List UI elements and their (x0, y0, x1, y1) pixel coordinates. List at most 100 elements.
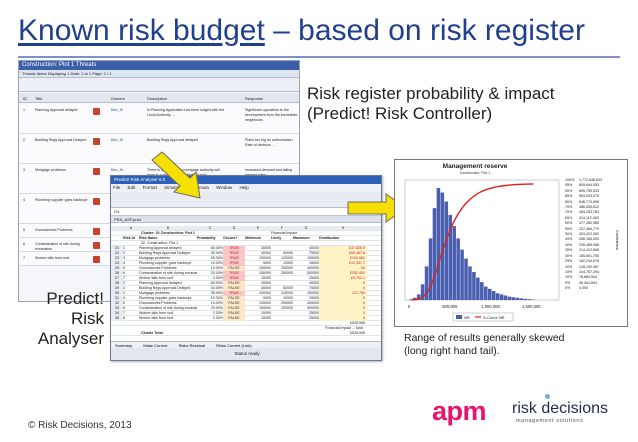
register-header: ID (23, 96, 27, 101)
percentile-value: 414,112,463 (579, 215, 599, 220)
register-row-title: Mortgage problems (35, 168, 66, 172)
threat-icon (93, 138, 100, 145)
slide: Known risk budget – based on risk regist… (0, 0, 638, 442)
register-row-title: Worker falls from roof (35, 256, 70, 260)
percentile-value: 128,130,467 (579, 264, 599, 269)
risk-analyser-window: Predict! Risk Analyser 6.0 File Edit For… (110, 175, 382, 361)
register-header: Title (35, 96, 43, 101)
menu-item[interactable]: Edit (128, 185, 136, 190)
threat-icon (93, 242, 100, 249)
workbook-tab[interactable]: PRA_ASP.pra4 (111, 216, 381, 223)
register-row-id: 3 (23, 168, 25, 172)
risk-decisions-logo-dot (545, 394, 550, 399)
histogram-bar (527, 299, 531, 300)
register-header: Response (245, 96, 264, 101)
percentile-value: 0,000 (579, 286, 588, 291)
percentile-row: 0% 0,000 (565, 286, 625, 291)
percentile-value: 78,680,504 (579, 275, 597, 280)
caption-analyser-line: Risk (70, 309, 104, 328)
apm-logo: apm (432, 396, 487, 426)
histogram-bar (432, 208, 437, 300)
histogram-bar (495, 293, 500, 300)
histogram-bar (483, 286, 488, 300)
legend-label-scurve: S-Curve NR (483, 315, 505, 320)
histogram-bar (460, 249, 464, 300)
histogram-bar (487, 288, 492, 300)
chart-title: Management reserve (442, 163, 508, 170)
histogram-bar (480, 282, 484, 300)
caption-register-line: Risk register probability & impact (307, 84, 555, 103)
cluster-total-value: £528,906 (350, 331, 365, 335)
percentile-value: 303,422,362 (579, 232, 599, 237)
chart-plot: 0 500,000 1,000,000 1,500,000 NR S-Curve NR (404, 179, 560, 322)
menu-item[interactable]: Help (239, 185, 248, 190)
register-row-id: 1 (23, 108, 25, 112)
histogram-bar (436, 188, 441, 300)
slide-title: Known risk budget – based on risk regist… (18, 14, 585, 48)
register-row-id: 2 (23, 138, 25, 142)
percentile-value: 337,466,779 (579, 226, 599, 231)
caption-register: Risk register probability & impact (Pred… (307, 84, 555, 124)
histogram-bar (531, 299, 535, 300)
percentile-value: 377,280,985 (579, 221, 599, 226)
histogram-bar (523, 298, 527, 300)
threat-icon (93, 256, 100, 263)
caption-range-line: Range of results generally skewed (404, 332, 565, 344)
percentile-value: 162,244,678 (579, 259, 599, 264)
caption-range: Range of results generally skewed (long … (404, 332, 604, 358)
register-row-title: Groundworks Problems (35, 228, 73, 232)
register-row-id: 4 (23, 198, 25, 202)
caption-register-line: (Predict! Risk Controller) (307, 104, 493, 123)
risk-decisions-tagline: management solutions (516, 418, 584, 424)
register-row-id: 7 (23, 256, 25, 260)
histogram-bar (491, 291, 496, 300)
caption-range-line: (long right hand tail). (404, 345, 500, 357)
percentile-value: 46,464,894 (579, 280, 597, 285)
register-row-response: Plans too big for authorisation. Rate of… (245, 138, 294, 147)
percentile-value: 546,770,596 (579, 199, 599, 204)
formula-bar[interactable]: G3 (111, 208, 381, 216)
histogram-bar (499, 294, 504, 300)
x-tick-label: 1,000,000 (481, 304, 500, 309)
legend-swatch-nr (456, 315, 462, 319)
caption-analyser: Predict! Risk Analyser (26, 289, 104, 349)
register-header: Description (147, 96, 168, 101)
percentile-label: 0% (565, 286, 571, 291)
register-row-owner: Barr_HI (111, 108, 124, 112)
percentile-value: 809,644,553 (579, 183, 599, 188)
register-row[interactable]: 1 Planning Approval delayed Barr_HI In Plan… (19, 104, 299, 134)
register-row-owner: Barr_HI (111, 168, 124, 172)
histogram-bar (511, 297, 516, 300)
percentile-value: 695,759,533 (579, 188, 599, 193)
x-tick-label: 500,000 (442, 304, 458, 309)
total-row: £528,906 Financial Impact -- Total (111, 321, 381, 330)
register-row-title: Plumbing supplier goes bankrupt (35, 198, 88, 202)
threat-icon (93, 108, 100, 115)
register-row-title: Building Regs Approval Delayed (35, 138, 87, 142)
chart-subtitle: Construction: Plot 1 (459, 171, 491, 175)
register-row-title: Contamination of site during excavation (35, 242, 80, 251)
histogram-bar (507, 296, 512, 300)
register-row-owner: Barr_HI (111, 138, 124, 142)
register-header: Owners (111, 96, 125, 101)
histogram-bar (468, 266, 472, 300)
histogram-bar (428, 238, 433, 300)
status-bar: Status ready (111, 348, 381, 360)
legend-label-nr: NR (464, 315, 470, 320)
menu-item[interactable]: Window (216, 185, 232, 190)
histogram-bar (464, 258, 468, 300)
sheet-tabs: Summary Make Current Risks Residual Risk… (111, 341, 381, 348)
histogram-bar (472, 272, 476, 300)
cluster-total-label: Cluster Total (141, 331, 163, 335)
histogram-bar (519, 298, 524, 300)
percentile-value: 593,093,076 (579, 194, 599, 199)
percentile-value: 214,412,665 (579, 248, 599, 253)
register-window-title: Construction: Plot 1 Threats (19, 61, 299, 70)
register-row-id: 5 (23, 228, 25, 232)
register-row-response: Significant opposition to the developmen… (245, 108, 298, 122)
confidence-label: Confidence (615, 230, 620, 251)
register-subtitle: Threats Items Displaying 1 Date: 1 to 1 … (19, 70, 299, 78)
menu-item[interactable]: File (113, 185, 120, 190)
histogram-bar (515, 297, 520, 300)
management-reserve-chart: Management reserve Construction: Plot 1 … (394, 159, 628, 327)
